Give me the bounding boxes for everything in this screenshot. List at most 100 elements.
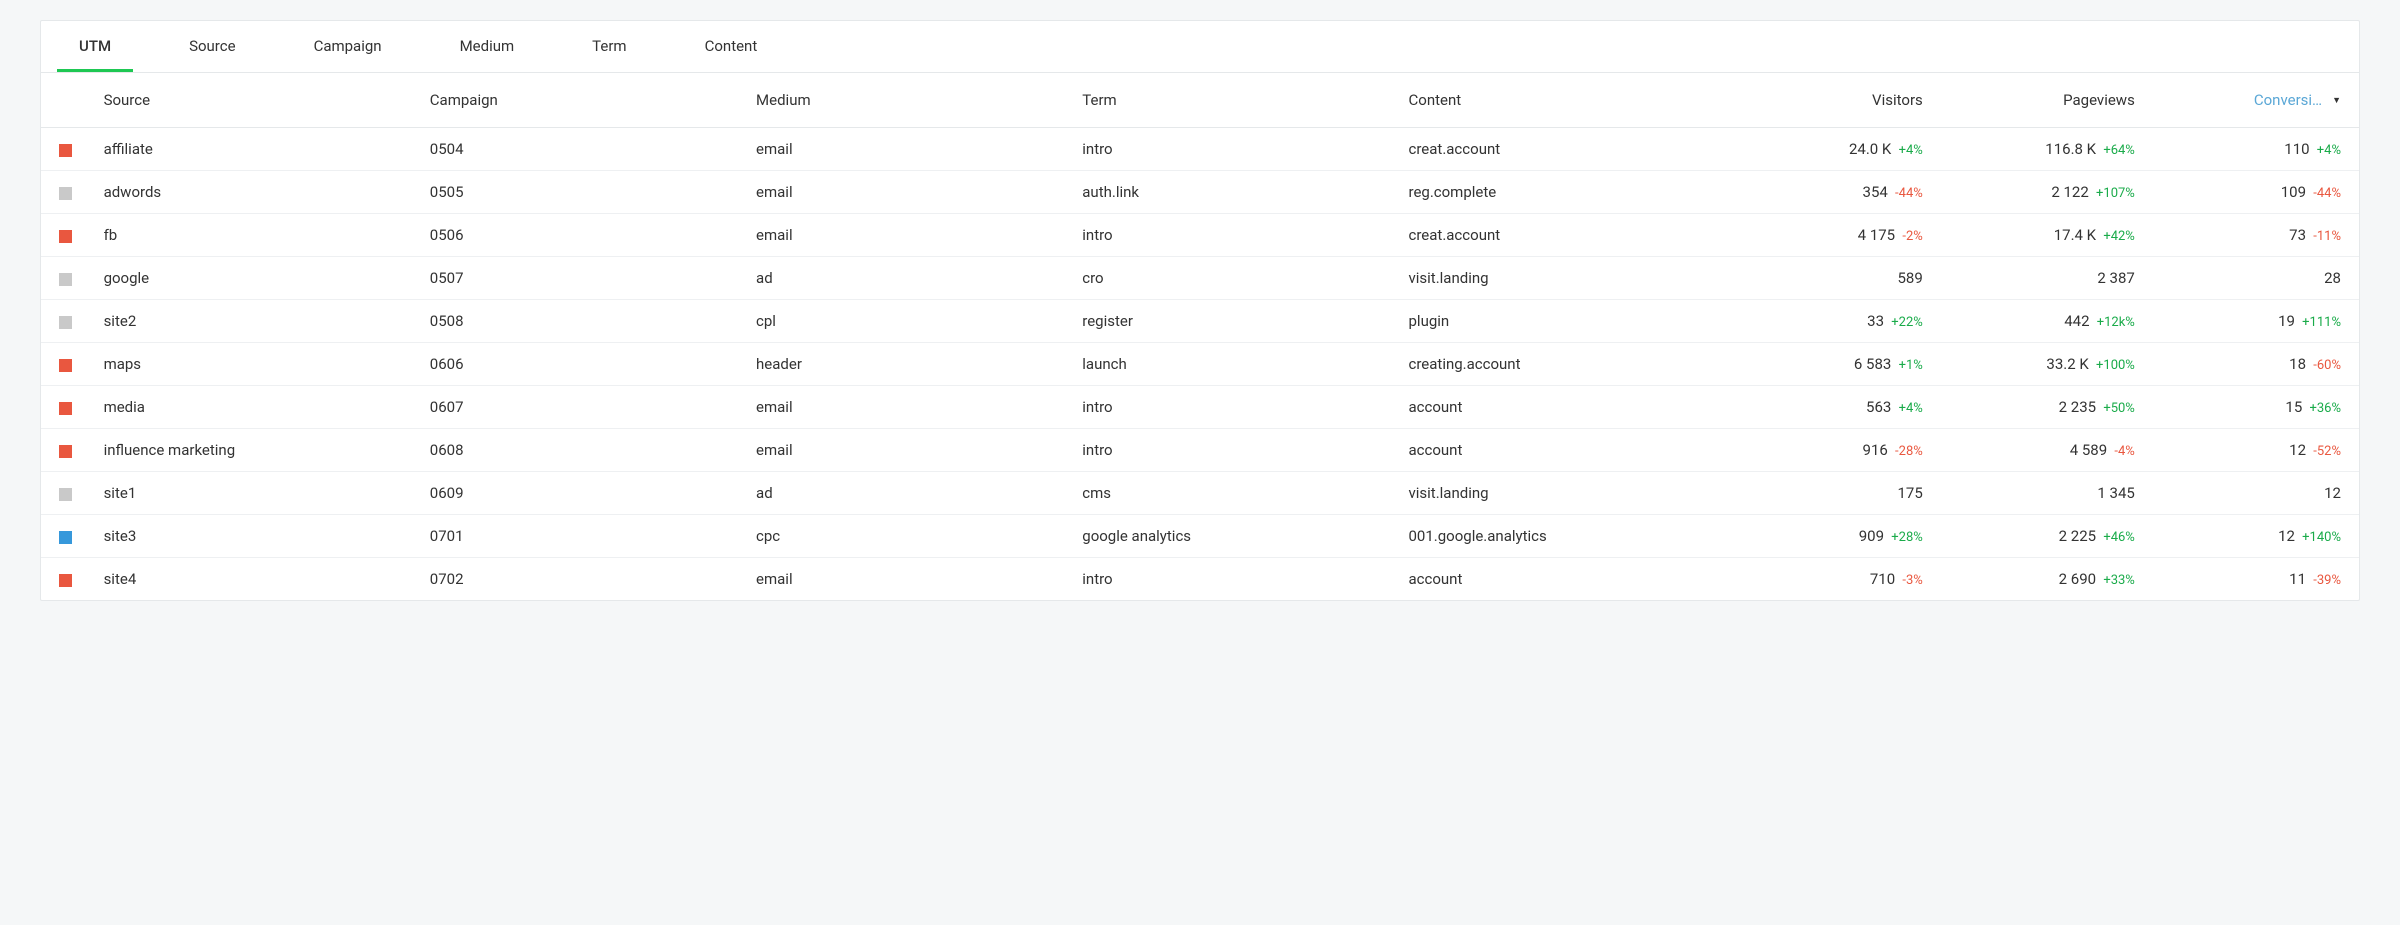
table-row[interactable]: site40702emailintroaccount710 -3%2 690 +… xyxy=(41,558,2359,601)
color-marker-icon xyxy=(59,187,72,200)
table-row[interactable]: site20508cplregisterplugin33 +22%442 +12… xyxy=(41,300,2359,343)
cell-campaign: 0507 xyxy=(418,257,744,300)
cell-conversions: 110 +4% xyxy=(2147,128,2359,171)
color-marker-icon xyxy=(59,359,72,372)
table-row[interactable]: influence marketing0608emailintroaccount… xyxy=(41,429,2359,472)
tab-medium[interactable]: Medium xyxy=(438,21,537,72)
metric-value: 15 xyxy=(2285,398,2302,416)
tab-utm[interactable]: UTM xyxy=(57,21,133,72)
cell-pageviews: 2 235 +50% xyxy=(1935,386,2147,429)
row-marker xyxy=(41,515,92,558)
color-marker-icon xyxy=(59,402,72,415)
column-term[interactable]: Term xyxy=(1070,73,1396,128)
row-marker xyxy=(41,429,92,472)
metric-value: 4 589 xyxy=(2070,441,2107,459)
metric-value: 563 xyxy=(1866,398,1891,416)
cell-content: plugin xyxy=(1397,300,1723,343)
cell-campaign: 0701 xyxy=(418,515,744,558)
cell-campaign: 0702 xyxy=(418,558,744,601)
cell-source: site3 xyxy=(92,515,418,558)
metric-delta: -52% xyxy=(2310,444,2341,459)
table-row[interactable]: maps0606headerlaunchcreating.account6 58… xyxy=(41,343,2359,386)
column-conversions[interactable]: Conversi… ▼ xyxy=(2147,73,2359,128)
metric-value: 19 xyxy=(2278,312,2295,330)
metric-delta: -2% xyxy=(1899,229,1923,244)
column-visitors[interactable]: Visitors xyxy=(1723,73,1935,128)
tab-campaign[interactable]: Campaign xyxy=(292,21,404,72)
color-marker-icon xyxy=(59,574,72,587)
metric-value: 2 122 xyxy=(2051,183,2088,201)
metric-value: 710 xyxy=(1870,570,1895,588)
cell-conversions: 73 -11% xyxy=(2147,214,2359,257)
column-content[interactable]: Content xyxy=(1397,73,1723,128)
cell-medium: email xyxy=(744,429,1070,472)
utm-table: Source Campaign Medium Term Content Visi… xyxy=(41,73,2359,600)
cell-campaign: 0504 xyxy=(418,128,744,171)
column-campaign[interactable]: Campaign xyxy=(418,73,744,128)
cell-pageviews: 33.2 K +100% xyxy=(1935,343,2147,386)
cell-visitors: 175 xyxy=(1723,472,1935,515)
metric-value: 18 xyxy=(2289,355,2306,373)
metric-value: 175 xyxy=(1897,484,1922,502)
metric-value: 110 xyxy=(2284,140,2309,158)
table-row[interactable]: site10609adcmsvisit.landing1751 34512 xyxy=(41,472,2359,515)
cell-pageviews: 17.4 K +42% xyxy=(1935,214,2147,257)
cell-conversions: 12 +140% xyxy=(2147,515,2359,558)
table-row[interactable]: media0607emailintroaccount563 +4%2 235 +… xyxy=(41,386,2359,429)
table-row[interactable]: fb0506emailintrocreat.account4 175 -2%17… xyxy=(41,214,2359,257)
cell-medium: email xyxy=(744,386,1070,429)
cell-term: cro xyxy=(1070,257,1396,300)
table-row[interactable]: site30701cpcgoogle analytics001.google.a… xyxy=(41,515,2359,558)
column-source[interactable]: Source xyxy=(92,73,418,128)
metric-delta: +140% xyxy=(2299,530,2341,545)
color-marker-icon xyxy=(59,316,72,329)
cell-medium: ad xyxy=(744,257,1070,300)
tab-term[interactable]: Term xyxy=(570,21,648,72)
cell-conversions: 15 +36% xyxy=(2147,386,2359,429)
metric-delta: -44% xyxy=(1892,186,1923,201)
metric-delta: +1% xyxy=(1895,358,1922,373)
cell-content: creat.account xyxy=(1397,128,1723,171)
table-row[interactable]: adwords0505emailauth.linkreg.complete354… xyxy=(41,171,2359,214)
column-pageviews[interactable]: Pageviews xyxy=(1935,73,2147,128)
metric-delta: +33% xyxy=(2100,573,2135,588)
cell-medium: ad xyxy=(744,472,1070,515)
row-marker xyxy=(41,128,92,171)
cell-medium: cpl xyxy=(744,300,1070,343)
cell-conversions: 11 -39% xyxy=(2147,558,2359,601)
cell-conversions: 109 -44% xyxy=(2147,171,2359,214)
tab-content[interactable]: Content xyxy=(683,21,780,72)
table-row[interactable]: google0507adcrovisit.landing5892 38728 xyxy=(41,257,2359,300)
row-marker xyxy=(41,472,92,515)
sort-desc-icon: ▼ xyxy=(2332,95,2341,106)
color-marker-icon xyxy=(59,230,72,243)
metric-delta: +4% xyxy=(1895,143,1922,158)
metric-value: 33.2 K xyxy=(2046,355,2088,373)
cell-term: launch xyxy=(1070,343,1396,386)
cell-term: intro xyxy=(1070,558,1396,601)
cell-content: account xyxy=(1397,386,1723,429)
cell-source: media xyxy=(92,386,418,429)
cell-pageviews: 4 589 -4% xyxy=(1935,429,2147,472)
metric-value: 1 345 xyxy=(2097,484,2134,502)
metric-value: 11 xyxy=(2289,570,2306,588)
color-marker-icon xyxy=(59,531,72,544)
column-medium[interactable]: Medium xyxy=(744,73,1070,128)
cell-term: register xyxy=(1070,300,1396,343)
metric-delta: +36% xyxy=(2306,401,2341,416)
cell-term: intro xyxy=(1070,214,1396,257)
metric-value: 12 xyxy=(2324,484,2341,502)
cell-visitors: 710 -3% xyxy=(1723,558,1935,601)
cell-visitors: 563 +4% xyxy=(1723,386,1935,429)
table-row[interactable]: affiliate0504emailintrocreat.account24.0… xyxy=(41,128,2359,171)
metric-value: 589 xyxy=(1897,269,1922,287)
row-marker xyxy=(41,343,92,386)
tab-source[interactable]: Source xyxy=(167,21,257,72)
metric-delta: +22% xyxy=(1888,315,1923,330)
tab-bar: UTM Source Campaign Medium Term Content xyxy=(41,21,2359,73)
metric-delta: -11% xyxy=(2310,229,2341,244)
metric-value: 24.0 K xyxy=(1849,140,1891,158)
metric-delta: -4% xyxy=(2111,444,2135,459)
cell-campaign: 0607 xyxy=(418,386,744,429)
metric-value: 109 xyxy=(2281,183,2306,201)
